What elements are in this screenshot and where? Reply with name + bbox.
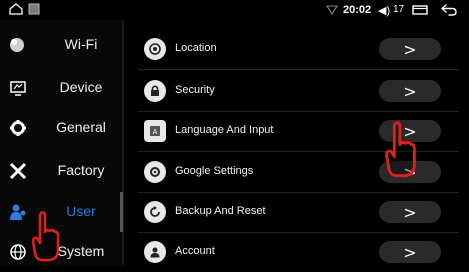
gear-icon [144, 161, 166, 183]
sidebar-item-system[interactable]: System [0, 232, 122, 272]
row-label: Account [175, 245, 215, 257]
row-label: Google Settings [175, 165, 254, 177]
globe-icon [10, 244, 26, 260]
gear-icon [10, 120, 26, 136]
svg-text:A: A [153, 128, 158, 136]
sidebar-item-general[interactable]: General [0, 108, 122, 148]
row-label: Language And Input [175, 124, 274, 136]
volume-icon: ◀) [378, 5, 391, 17]
row-label: Backup And Reset [175, 205, 266, 217]
recent-apps-icon[interactable] [412, 4, 428, 16]
lock-icon [144, 80, 166, 102]
status-bar: 20:02 ◀) 17 [0, 0, 469, 20]
open-location-button[interactable]: > [379, 38, 441, 60]
sidebar-selection-indicator [120, 192, 123, 232]
list-item[interactable]: Google Settings > [124, 152, 469, 193]
row-label: Location [175, 42, 217, 54]
sidebar-item-factory[interactable]: Factory [0, 151, 122, 191]
home-icon[interactable] [9, 3, 23, 15]
sidebar-item-label: Wi-Fi [64, 36, 98, 52]
sidebar-item-user[interactable]: User [0, 192, 122, 232]
sidebar-item-device[interactable]: Device [0, 68, 122, 108]
settings-sidebar: Wi-Fi Device General Factory User System [0, 20, 122, 265]
open-account-button[interactable]: > [379, 241, 441, 263]
row-label: Security [175, 84, 215, 96]
keyboard-icon: A [144, 120, 166, 142]
tools-icon [9, 162, 27, 180]
clock-time: 20:02 [343, 4, 372, 16]
pointer-hand-icon [385, 121, 416, 178]
open-backup-reset-button[interactable]: > [379, 201, 441, 223]
settings-list: Location > Security > A Language And Inp… [124, 20, 469, 265]
sidebar-item-label: Factory [57, 162, 105, 178]
open-security-button[interactable]: > [379, 80, 441, 102]
list-item[interactable]: Security > [124, 71, 469, 112]
device-icon [10, 81, 26, 96]
back-icon[interactable] [441, 3, 457, 17]
location-icon [144, 38, 166, 60]
sidebar-item-wifi[interactable]: Wi-Fi [0, 25, 122, 65]
volume-level: 17 [393, 4, 405, 15]
sidebar-item-label: General [56, 119, 106, 135]
account-icon [144, 241, 166, 263]
sidebar-item-label: Device [59, 79, 103, 95]
list-item[interactable]: Location > [124, 29, 469, 70]
pointer-hand-icon [32, 211, 60, 262]
backup-icon [144, 201, 166, 223]
wifi-icon [10, 38, 24, 52]
wifi-signal-icon [326, 5, 338, 15]
list-item[interactable]: A Language And Input > [124, 111, 469, 152]
row-divider [138, 69, 459, 70]
list-item[interactable]: Account > [124, 232, 469, 272]
list-item[interactable]: Backup And Reset > [124, 192, 469, 233]
image-icon [28, 3, 40, 15]
user-icon [10, 204, 26, 220]
